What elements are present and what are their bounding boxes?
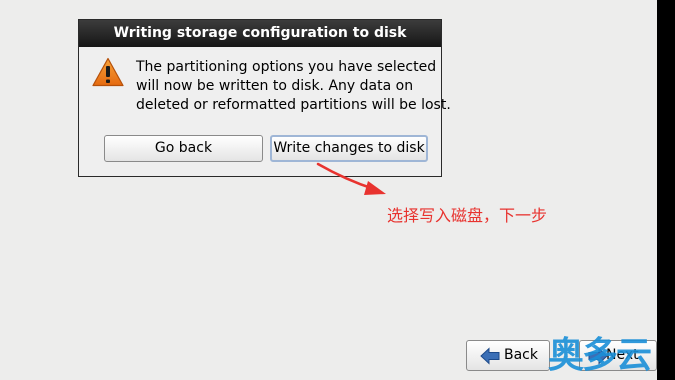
watermark-logo: 奥多云 bbox=[548, 335, 652, 376]
annotation-text: 选择写入磁盘，下一步 bbox=[387, 206, 548, 225]
write-changes-button[interactable]: Write changes to disk bbox=[270, 135, 428, 162]
dialog-title: Writing storage configuration to disk bbox=[79, 20, 441, 47]
screen-edge bbox=[657, 0, 675, 380]
confirm-write-dialog: Writing storage configuration to disk Th… bbox=[78, 19, 451, 177]
dialog-message: The partitioning options you have select… bbox=[136, 58, 451, 115]
warning-icon bbox=[92, 57, 124, 87]
message-line: will now be written to disk. Any data on bbox=[136, 78, 414, 94]
message-line: deleted or reformatted partitions will b… bbox=[136, 97, 451, 113]
go-back-button[interactable]: Go back bbox=[104, 135, 263, 162]
annotation-arrow bbox=[316, 162, 386, 195]
message-line: The partitioning options you have select… bbox=[136, 59, 437, 75]
back-label: Back bbox=[504, 347, 538, 363]
back-arrow-icon bbox=[480, 347, 500, 365]
back-button[interactable]: Back bbox=[466, 340, 550, 371]
